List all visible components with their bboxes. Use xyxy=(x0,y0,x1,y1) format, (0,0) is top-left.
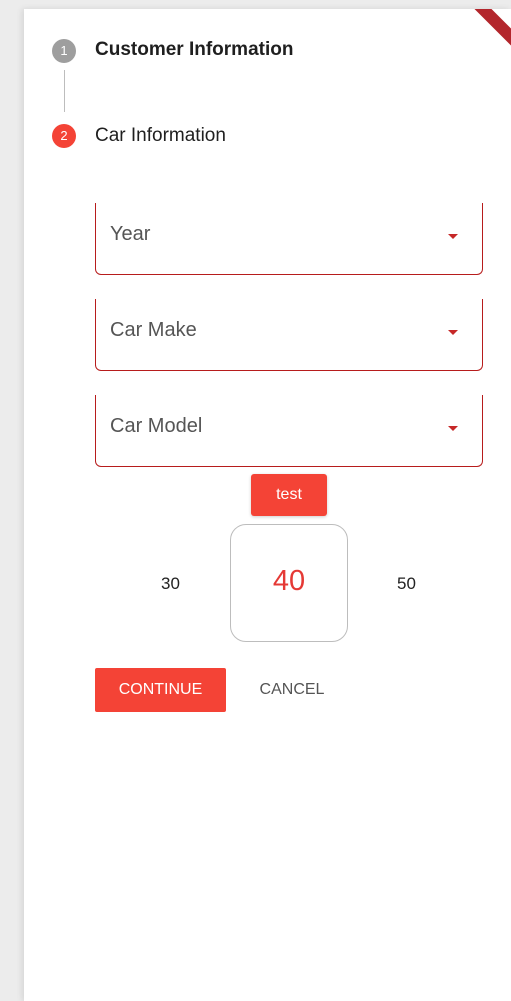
test-button[interactable]: test xyxy=(251,474,327,516)
dropdown-arrow-icon xyxy=(448,426,458,431)
number-picker-selected-value: 40 xyxy=(272,565,306,597)
step-2-title[interactable]: Car Information xyxy=(95,124,226,148)
app-screen: 1 Customer Information 2 Car Information… xyxy=(0,0,511,1001)
continue-button[interactable]: CONTINUE xyxy=(95,668,226,712)
debug-banner xyxy=(467,9,511,53)
car-model-dropdown[interactable]: Car Model xyxy=(95,395,483,467)
step-1-title[interactable]: Customer Information xyxy=(95,38,293,62)
step-connector-line xyxy=(64,70,65,112)
dropdown-arrow-icon xyxy=(448,234,458,239)
car-model-dropdown-label: Car Model xyxy=(110,415,203,437)
year-dropdown[interactable]: Year xyxy=(95,203,483,275)
debug-ribbon-icon xyxy=(467,9,511,53)
year-dropdown-label: Year xyxy=(110,223,151,245)
step-2-indicator[interactable]: 2 xyxy=(52,124,76,148)
number-picker-selected-box[interactable]: 40 xyxy=(230,524,348,642)
car-make-dropdown[interactable]: Car Make xyxy=(95,299,483,371)
number-picker-next[interactable]: 50 xyxy=(397,574,416,594)
dropdown-arrow-icon xyxy=(448,330,458,335)
cancel-button[interactable]: CANCEL xyxy=(244,668,340,712)
number-picker-previous[interactable]: 30 xyxy=(161,574,180,594)
step-1-indicator[interactable]: 1 xyxy=(52,39,76,63)
car-make-dropdown-label: Car Make xyxy=(110,319,197,341)
